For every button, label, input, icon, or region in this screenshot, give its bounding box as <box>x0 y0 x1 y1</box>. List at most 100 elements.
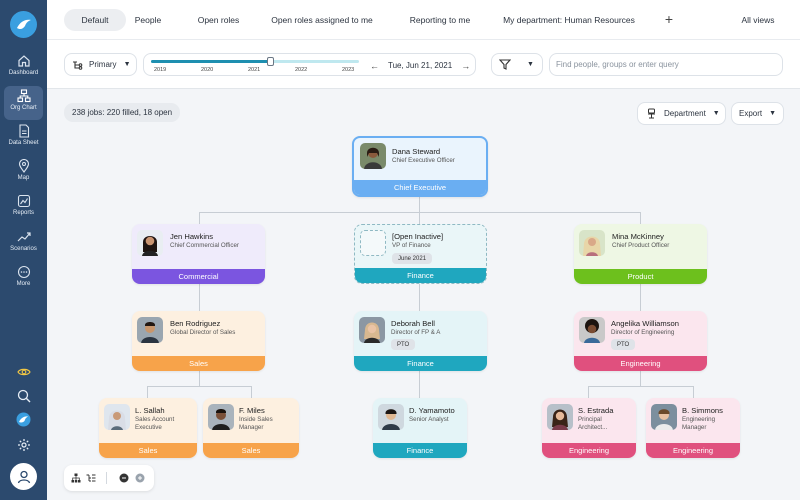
org-chart-canvas: 238 jobs: 220 filled, 18 open Department… <box>47 89 800 500</box>
connector-line <box>199 212 641 213</box>
card-f-miles[interactable]: F. Miles Inside Sales Manager Sales <box>203 398 299 458</box>
card-name: Deborah Bell <box>391 319 435 328</box>
person-photo <box>579 317 605 343</box>
hierarchy-select[interactable]: Primary ▼ <box>64 53 137 76</box>
connector-line <box>199 212 200 224</box>
filter-button[interactable]: ▼ <box>491 53 543 76</box>
connector-line <box>640 371 641 386</box>
card-name: B. Simmons <box>682 406 723 415</box>
tab-open-roles[interactable]: Open roles <box>191 9 246 31</box>
export-button[interactable]: Export ▼ <box>731 102 784 125</box>
card-l-sallah[interactable]: L. Sallah Sales Account Executive Sales <box>99 398 197 458</box>
card-ben-rodriguez[interactable]: Ben Rodriguez Global Director of Sales S… <box>132 311 265 371</box>
timeline-handle[interactable] <box>267 57 274 66</box>
card-name: [Open Inactive] <box>392 232 444 241</box>
card-name: Angelika Williamson <box>611 319 679 328</box>
card-department: Finance <box>355 268 486 283</box>
arrow-left-icon[interactable]: ← <box>370 61 379 71</box>
card-name: D. Yamamoto <box>409 406 455 415</box>
nav-dashboard-label: Dashboard <box>8 70 39 76</box>
card-department: Sales <box>132 356 265 371</box>
year-tick: 2020 <box>201 67 214 73</box>
org-chart-icon <box>16 89 31 103</box>
data-sheet-icon <box>18 124 29 138</box>
card-deborah-bell[interactable]: Deborah Bell Director of FP & A PTO Fina… <box>354 311 487 371</box>
card-department: Engineering <box>646 443 740 458</box>
department-select[interactable]: Department ▼ <box>637 102 726 125</box>
user-avatar[interactable] <box>10 463 37 490</box>
all-views-button[interactable]: All views <box>737 9 779 31</box>
hierarchy-icon <box>73 60 83 70</box>
card-title: Sales Account Executive <box>135 416 175 431</box>
connector-line <box>588 386 589 398</box>
nav-org-chart[interactable]: Org Chart <box>4 86 43 120</box>
search-icon[interactable] <box>16 388 31 403</box>
search-input[interactable] <box>556 60 776 69</box>
settings-gear-icon[interactable] <box>16 437 31 452</box>
card-s-estrada[interactable]: S. Estrada Principal Architect... Engine… <box>542 398 636 458</box>
current-date[interactable]: Tue, Jun 21, 2021 <box>388 61 452 70</box>
connector-line <box>147 386 148 398</box>
tab-reporting-to-me[interactable]: Reporting to me <box>405 9 475 31</box>
card-open-vp-finance[interactable]: [Open Inactive] VP of Finance June 2021 … <box>354 224 487 284</box>
year-tick: 2023 <box>342 67 355 73</box>
connector-line <box>640 212 641 224</box>
add-view-button[interactable]: + <box>662 11 676 27</box>
list-layout-icon[interactable] <box>86 473 96 483</box>
card-department: Product <box>574 269 707 284</box>
card-d-yamamoto[interactable]: D. Yamamoto Senior Analyst Finance <box>373 398 467 458</box>
tree-layout-icon[interactable] <box>71 473 81 483</box>
card-title: VP of Finance <box>392 242 431 249</box>
person-photo <box>359 317 385 343</box>
person-photo <box>137 230 163 256</box>
year-tick: 2021 <box>248 67 261 73</box>
card-ceo[interactable]: Dana Steward Chief Executive Officer Chi… <box>352 136 488 197</box>
card-jen-hawkins[interactable]: Jen Hawkins Chief Commercial Officer Com… <box>132 224 265 284</box>
nav-more[interactable]: More <box>4 262 43 296</box>
card-name: Dana Steward <box>392 147 441 156</box>
tools-divider <box>106 472 107 484</box>
zoom-in-icon[interactable] <box>135 473 145 483</box>
card-name: L. Sallah <box>135 406 165 415</box>
card-department: Commercial <box>132 269 265 284</box>
card-name: Jen Hawkins <box>170 232 214 241</box>
reports-icon <box>17 194 30 208</box>
timeline-track[interactable] <box>151 57 359 66</box>
nav-scenarios-label: Scenarios <box>10 246 37 252</box>
sidebar: Dashboard Org Chart Data Sheet Map Repor… <box>0 0 47 500</box>
person-photo <box>137 317 163 343</box>
card-title: Chief Product Officer <box>612 242 670 249</box>
nav-scenarios[interactable]: Scenarios <box>4 227 43 261</box>
zoom-out-icon[interactable] <box>119 473 129 483</box>
tab-people[interactable]: People <box>127 9 169 31</box>
card-title: Global Director of Sales <box>170 329 236 336</box>
tab-my-department[interactable]: My department: Human Resources <box>503 9 635 31</box>
card-angelika-williamson[interactable]: Angelika Williamson Director of Engineer… <box>574 311 707 371</box>
pto-tag: PTO <box>611 339 636 350</box>
map-pin-icon <box>18 159 29 173</box>
card-department: Finance <box>373 443 467 458</box>
card-department: Engineering <box>542 443 636 458</box>
nav-dashboard[interactable]: Dashboard <box>4 51 43 85</box>
connector-line <box>199 371 200 386</box>
card-mina-mckinney[interactable]: Mina McKinney Chief Product Officer Prod… <box>574 224 707 284</box>
scenarios-icon <box>17 232 31 242</box>
export-label: Export <box>739 109 763 118</box>
help-bird-icon[interactable] <box>16 412 31 427</box>
connector-line <box>251 386 252 398</box>
card-b-simmons[interactable]: B. Simmons Engineering Manager Engineeri… <box>646 398 740 458</box>
arrow-right-icon[interactable]: → <box>461 61 470 71</box>
tab-open-roles-assigned[interactable]: Open roles assigned to me <box>269 9 375 31</box>
nav-data-sheet[interactable]: Data Sheet <box>4 121 43 155</box>
chair-icon <box>648 108 655 119</box>
card-name: S. Estrada <box>578 406 614 415</box>
tab-default[interactable]: Default <box>64 9 126 31</box>
nav-data-sheet-label: Data Sheet <box>8 140 39 146</box>
nav-reports[interactable]: Reports <box>4 191 43 225</box>
app-logo[interactable] <box>10 11 37 38</box>
nav-map[interactable]: Map <box>4 156 43 190</box>
person-photo <box>360 143 386 169</box>
eye-icon[interactable] <box>16 364 31 379</box>
connector-line <box>419 197 420 212</box>
person-photo <box>651 404 677 430</box>
